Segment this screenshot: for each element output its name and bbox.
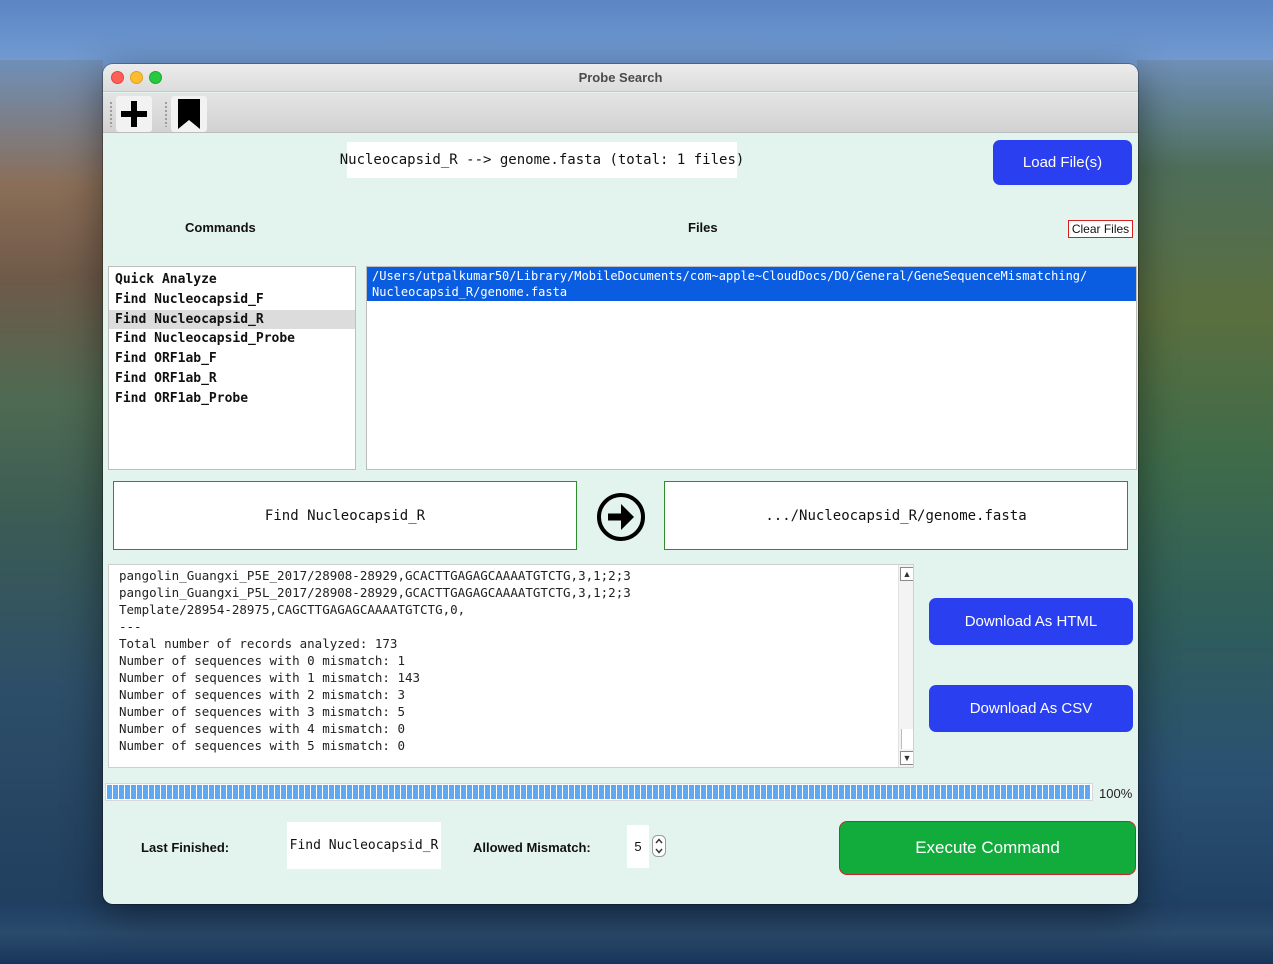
- commands-list[interactable]: Quick Analyze Find Nucleocapsid_F Find Nuc…: [108, 266, 356, 470]
- title-bar: Probe Search: [103, 64, 1138, 92]
- output-line: Total number of records analyzed: 173: [119, 636, 398, 651]
- arrow-right-circle-icon: [597, 493, 645, 541]
- progress-percent: 100%: [1099, 786, 1133, 801]
- last-finished-label: Last Finished:: [141, 840, 230, 855]
- status-summary: Nucleocapsid_R --> genome.fasta (total: …: [340, 142, 744, 178]
- output-line: Number of sequences with 3 mismatch: 5: [119, 704, 405, 719]
- command-item[interactable]: Find ORF1ab_Probe: [109, 389, 355, 409]
- command-item[interactable]: Find Nucleocapsid_R: [109, 309, 355, 330]
- scroll-thumb[interactable]: [901, 729, 913, 749]
- window-title: Probe Search: [578, 70, 663, 85]
- command-item[interactable]: Quick Analyze: [109, 270, 355, 290]
- output-line: Number of sequences with 0 mismatch: 1: [119, 653, 405, 668]
- output-line: pangolin_Guangxi_P5L_2017/28908-28929,GC…: [119, 585, 631, 600]
- scroll-up-button[interactable]: ▲: [900, 567, 913, 581]
- progress-fill: [107, 785, 1091, 799]
- selected-command-box: Find Nucleocapsid_R: [113, 481, 577, 550]
- output-line: Template/28954-28975,CAGCTTGAGAGCAAAATGT…: [119, 602, 466, 617]
- toolbar-grip-2[interactable]: [164, 101, 168, 127]
- scroll-down-button[interactable]: ▼: [900, 751, 913, 765]
- bookmark-tool-button[interactable]: [171, 96, 207, 132]
- plus-icon: [121, 101, 147, 127]
- allowed-mismatch-label: Allowed Mismatch:: [473, 840, 591, 855]
- output-scrollbar[interactable]: ▲ ▼: [898, 565, 913, 767]
- download-csv-button[interactable]: Download As CSV: [929, 685, 1133, 732]
- files-list[interactable]: /Users/utpalkumar50/Library/MobileDocume…: [366, 266, 1137, 470]
- execute-command-button[interactable]: Execute Command: [839, 821, 1136, 875]
- allowed-mismatch-input[interactable]: 5: [627, 825, 649, 868]
- command-item[interactable]: Find Nucleocapsid_F: [109, 290, 355, 310]
- command-item[interactable]: Find Nucleocapsid_Probe: [109, 329, 355, 349]
- file-item[interactable]: /Users/utpalkumar50/Library/MobileDocume…: [367, 267, 1136, 301]
- clear-files-button[interactable]: Clear Files: [1068, 220, 1133, 238]
- command-item[interactable]: Find ORF1ab_R: [109, 369, 355, 389]
- commands-heading: Commands: [185, 220, 256, 235]
- progress-bar: [105, 783, 1093, 801]
- selected-file-box: .../Nucleocapsid_R/genome.fasta: [664, 481, 1128, 550]
- load-files-button[interactable]: Load File(s): [993, 140, 1132, 185]
- output-line: ---: [119, 619, 142, 634]
- output-line: Number of sequences with 5 mismatch: 0: [119, 738, 405, 753]
- desktop-wallpaper-bottom: [0, 903, 1273, 964]
- app-window: Probe Search Nucleocapsid_R --> genome.f…: [103, 64, 1138, 904]
- toolbar: [103, 93, 1138, 133]
- add-tool-button[interactable]: [116, 96, 152, 132]
- output-text: pangolin_Guangxi_P5E_2017/28908-28929,GC…: [119, 567, 894, 754]
- desktop-wallpaper-right: [1137, 60, 1273, 960]
- output-line: Number of sequences with 1 mismatch: 143: [119, 670, 421, 685]
- last-finished-value: Find Nucleocapsid_R: [287, 822, 441, 869]
- stepper-arrows-icon[interactable]: [652, 835, 666, 857]
- bookmark-icon: [178, 99, 200, 129]
- output-line: pangolin_Guangxi_P5E_2017/28908-28929,GC…: [119, 568, 631, 583]
- download-html-button[interactable]: Download As HTML: [929, 598, 1133, 645]
- toolbar-grip[interactable]: [109, 101, 113, 127]
- files-heading: Files: [688, 220, 718, 235]
- output-line: Number of sequences with 2 mismatch: 3: [119, 687, 405, 702]
- output-panel[interactable]: pangolin_Guangxi_P5E_2017/28908-28929,GC…: [108, 564, 914, 768]
- output-line: Number of sequences with 4 mismatch: 0: [119, 721, 405, 736]
- command-item[interactable]: Find ORF1ab_F: [109, 349, 355, 369]
- desktop-wallpaper-left: [0, 60, 103, 960]
